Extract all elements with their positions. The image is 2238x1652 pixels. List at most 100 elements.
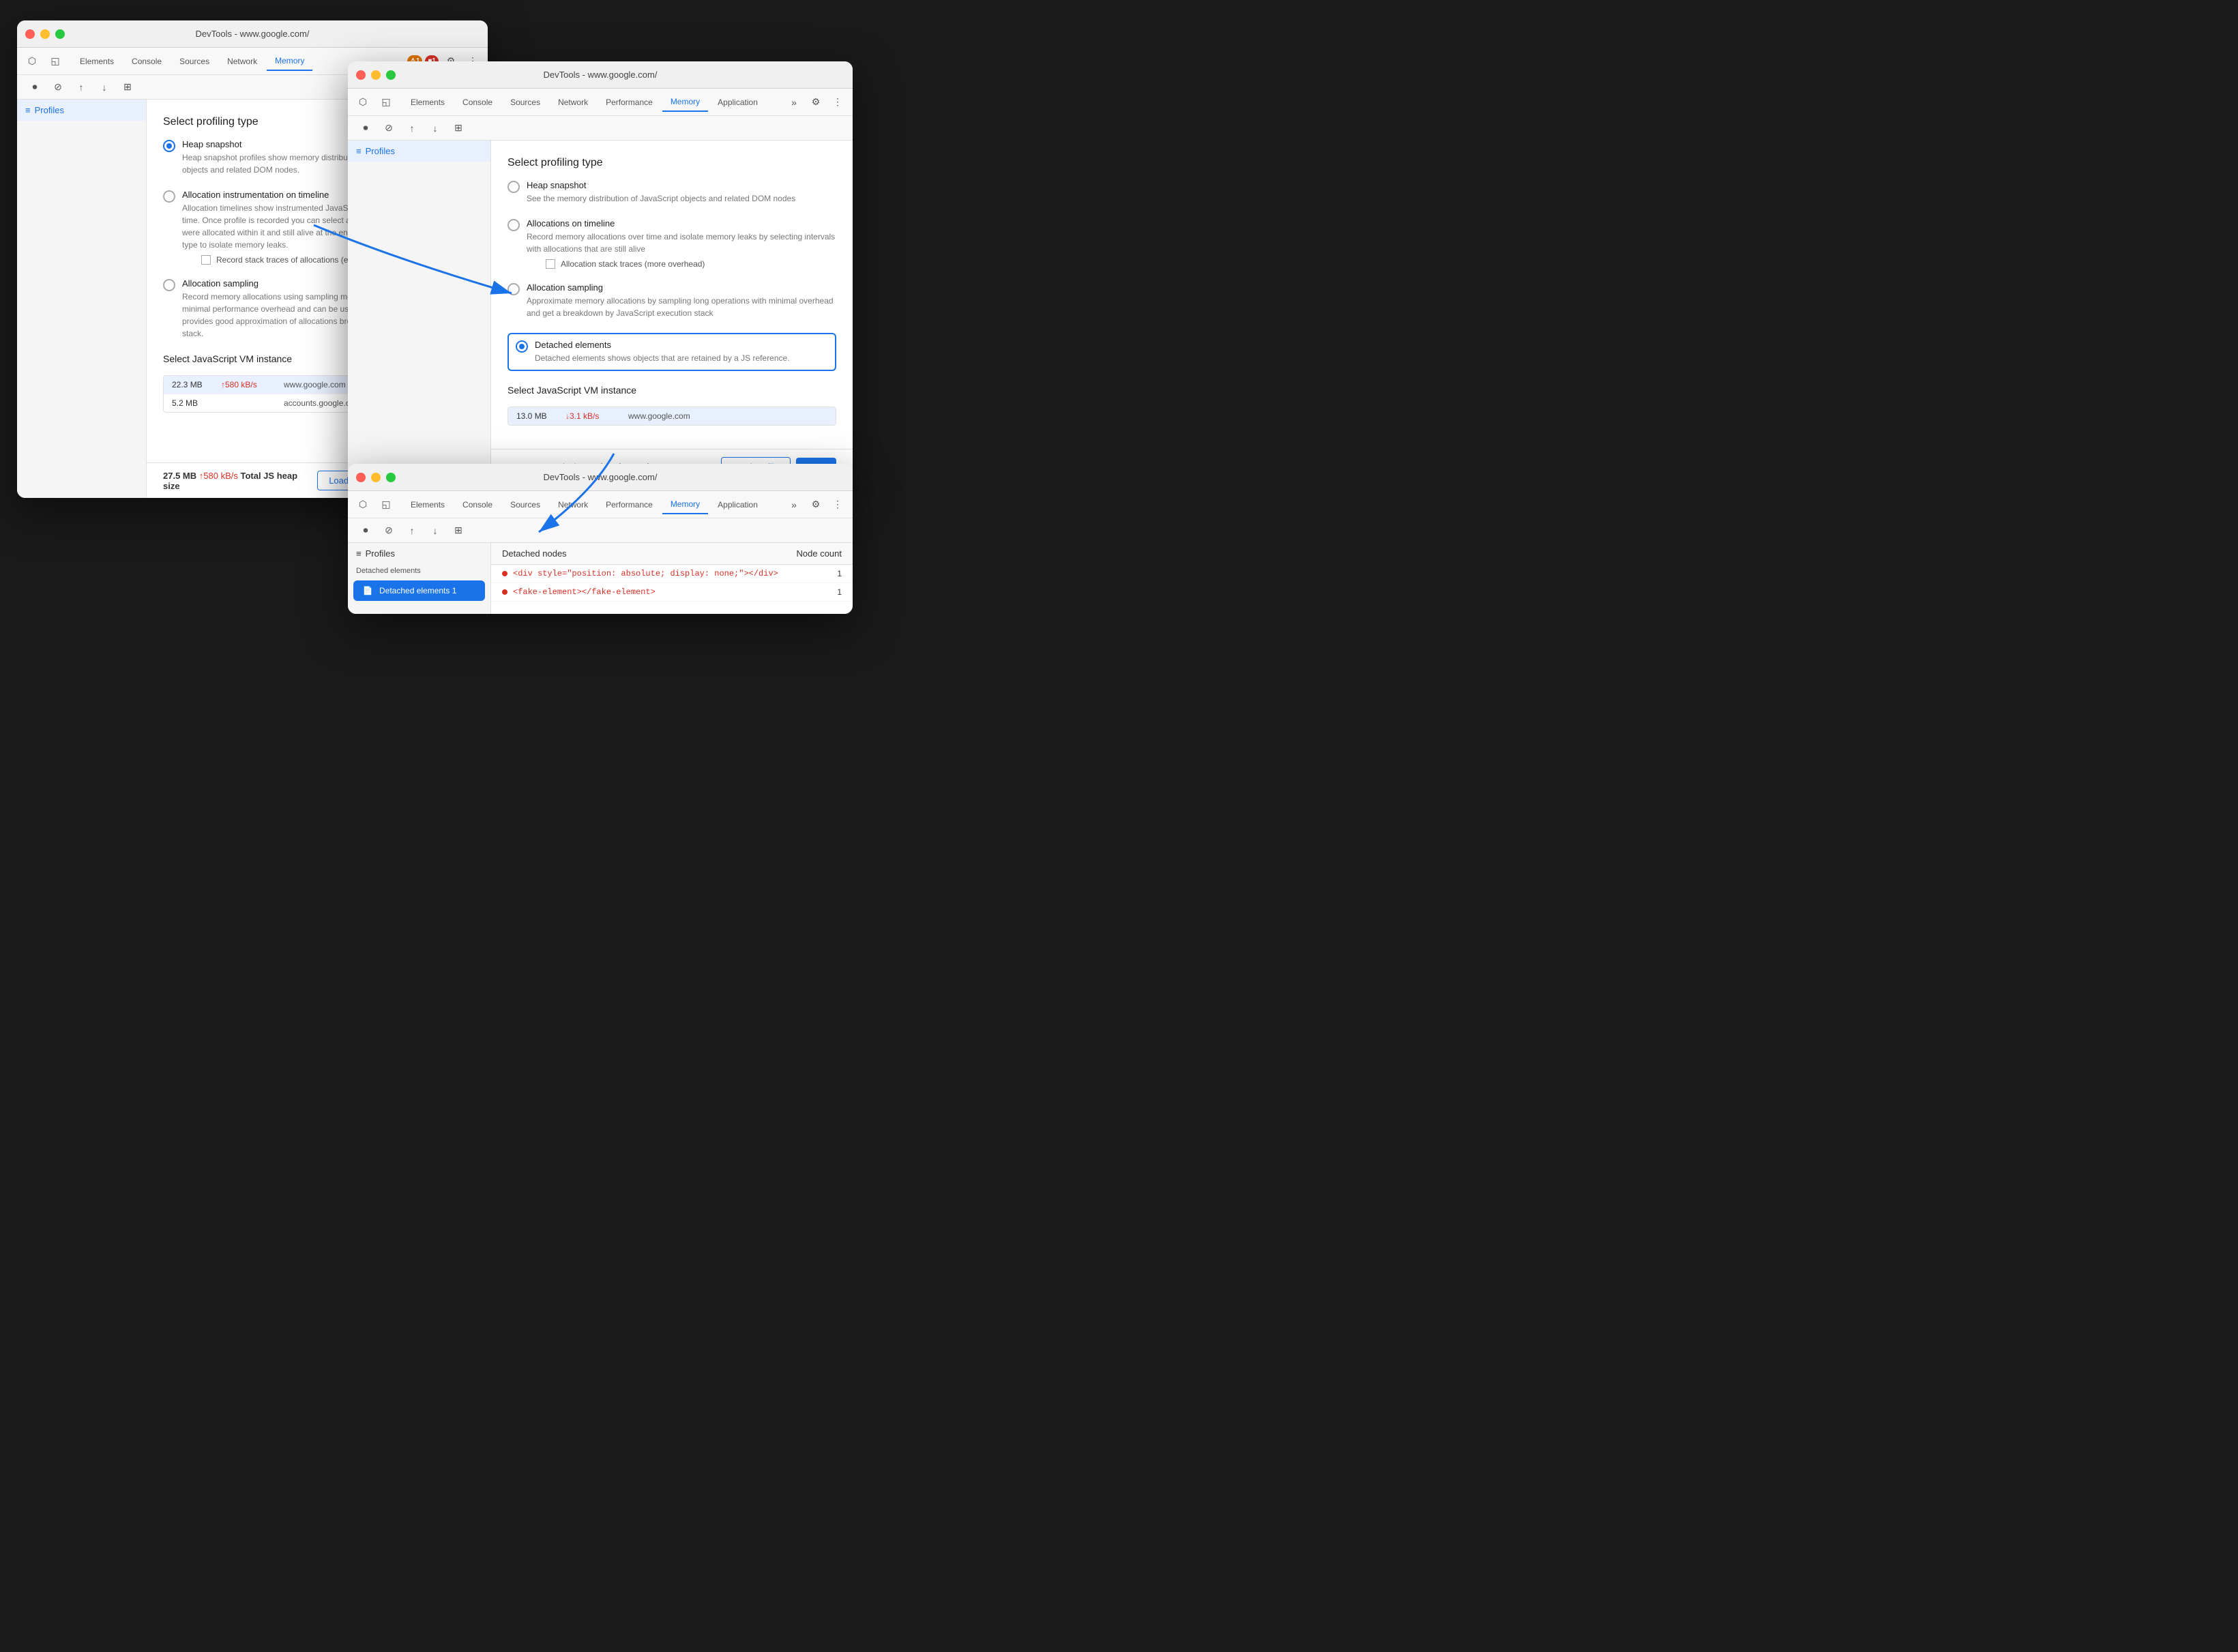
stop-icon-1[interactable]: ⊘	[48, 78, 68, 97]
tab-elements-2[interactable]: Elements	[402, 93, 453, 111]
devtools-window-2: DevTools - www.google.com/ ⬡ ◱ Elements …	[348, 61, 853, 484]
footer-rate-1: ↑580 kB/s	[199, 471, 238, 481]
profiles-icon-3: ≡	[356, 548, 362, 559]
tab-performance-2[interactable]: Performance	[598, 93, 661, 111]
tab-bar-2: ⬡ ◱ Elements Console Sources Network Per…	[348, 89, 853, 116]
upload-icon-1[interactable]: ↑	[72, 78, 91, 97]
sidebar-item-profiles-3[interactable]: ≡ Profiles	[348, 543, 490, 564]
dn-row-1-3[interactable]: <fake-element></fake-element> 1	[491, 583, 853, 602]
more-tabs-icon-3[interactable]: »	[784, 495, 804, 514]
record-icon-2[interactable]: ⏺	[356, 119, 375, 138]
checkbox-stack-traces-1[interactable]	[201, 255, 211, 265]
option-heap-2: Heap snapshot See the memory distributio…	[507, 180, 836, 205]
device-icon[interactable]: ◱	[46, 52, 65, 71]
maximize-button-2[interactable]	[386, 70, 396, 80]
radio-alloc-sampling-2[interactable]	[507, 283, 520, 295]
tab-memory-1[interactable]: Memory	[267, 52, 312, 71]
dn-count-header-3: Node count	[797, 548, 842, 559]
minimize-button-2[interactable]	[371, 70, 381, 80]
tab-perf-3[interactable]: Performance	[598, 496, 661, 514]
layout-icon-1[interactable]: ⊞	[118, 78, 137, 97]
tab-console-3[interactable]: Console	[454, 496, 501, 514]
sidebar-3: ≡ Profiles Detached elements 📄 Detached …	[348, 543, 491, 614]
radio-alloc-sampling-1[interactable]	[163, 279, 175, 291]
cursor-icon[interactable]: ⬡	[23, 52, 42, 71]
title-bar-2: DevTools - www.google.com/	[348, 61, 853, 89]
window-title-2: DevTools - www.google.com/	[544, 70, 658, 80]
download-icon-1[interactable]: ↓	[95, 78, 114, 97]
record-icon-1[interactable]: ⏺	[25, 78, 44, 97]
action-bar-3: ⏺ ⊘ ↑ ↓ ⊞	[348, 518, 853, 543]
more-icon-2[interactable]: ⋮	[828, 93, 847, 112]
radio-alloc-instr-1[interactable]	[163, 190, 175, 203]
sidebar-item-profiles-1[interactable]: ≡ Profiles	[17, 100, 146, 121]
close-button-1[interactable]	[25, 29, 35, 39]
close-button-3[interactable]	[356, 473, 366, 482]
option-alloc-timeline-2: Allocations on timeline Record memory al…	[507, 218, 836, 269]
device-icon-3[interactable]: ◱	[377, 495, 396, 514]
download-icon-2[interactable]: ↓	[426, 119, 445, 138]
tab-console-2[interactable]: Console	[454, 93, 501, 111]
vm-row-0-2[interactable]: 13.0 MB ↓3.1 kB/s www.google.com	[508, 407, 836, 425]
tab-memory-3[interactable]: Memory	[662, 495, 708, 514]
minimize-button-3[interactable]	[371, 473, 381, 482]
vm-section-title-2: Select JavaScript VM instance	[507, 385, 836, 396]
tab-network-1[interactable]: Network	[219, 53, 265, 70]
option-detached-2: Detached elements Detached elements show…	[507, 333, 836, 371]
radio-alloc-timeline-2[interactable]	[507, 219, 520, 231]
radio-heap-2[interactable]	[507, 181, 520, 193]
checkbox-alloc-stack-2[interactable]	[546, 259, 555, 269]
tab-network-2[interactable]: Network	[550, 93, 596, 111]
cursor-icon-3[interactable]: ⬡	[353, 495, 372, 514]
tab-memory-2[interactable]: Memory	[662, 93, 708, 112]
sidebar-entry-label-3: Detached elements 1	[379, 586, 456, 595]
close-button-2[interactable]	[356, 70, 366, 80]
tab-elements-3[interactable]: Elements	[402, 496, 453, 514]
dn-row-0-3[interactable]: <div style="position: absolute; display:…	[491, 565, 853, 583]
radio-heap-snapshot-1[interactable]	[163, 140, 175, 152]
tab-bar-icons-1: ⬡ ◱	[23, 52, 65, 71]
more-tabs-icon-2[interactable]: »	[784, 93, 804, 112]
tab-sources-2[interactable]: Sources	[502, 93, 548, 111]
layout-icon-3[interactable]: ⊞	[449, 521, 468, 540]
stop-icon-3[interactable]: ⊘	[379, 521, 398, 540]
vm-url-0-2: www.google.com	[628, 411, 827, 421]
sidebar-2: ≡ Profiles	[348, 141, 491, 484]
settings-icon-3[interactable]: ⚙	[806, 495, 825, 514]
radio-detached-2[interactable]	[516, 340, 528, 353]
vm-rate-0-2: ↓3.1 kB/s	[565, 411, 620, 421]
sidebar-profiles-label-2: Profiles	[366, 146, 395, 156]
tab-application-2[interactable]: Application	[709, 93, 766, 111]
section-title-2: Select profiling type	[507, 157, 836, 169]
tab-app-3[interactable]: Application	[709, 496, 766, 514]
record-icon-3[interactable]: ⏺	[356, 521, 375, 540]
maximize-button-1[interactable]	[55, 29, 65, 39]
stop-icon-2[interactable]: ⊘	[379, 119, 398, 138]
download-icon-3[interactable]: ↓	[426, 521, 445, 540]
sidebar-entry-detached-1[interactable]: 📄 Detached elements 1	[353, 580, 485, 601]
tab-end-icons-2: » ⚙ ⋮	[784, 93, 847, 112]
tab-console-1[interactable]: Console	[123, 53, 170, 70]
dn-bullet-0-3	[502, 571, 507, 576]
tab-bar-3: ⬡ ◱ Elements Console Sources Network Per…	[348, 491, 853, 518]
desc-alloc-sampling-2: Approximate memory allocations by sampli…	[527, 295, 836, 319]
more-icon-3[interactable]: ⋮	[828, 495, 847, 514]
tab-elements-1[interactable]: Elements	[72, 53, 122, 70]
tab-network-3[interactable]: Network	[550, 496, 596, 514]
layout-icon-2[interactable]: ⊞	[449, 119, 468, 138]
title-bar-3: DevTools - www.google.com/	[348, 464, 853, 491]
cursor-icon-2[interactable]: ⬡	[353, 93, 372, 112]
label-heap-2: Heap snapshot	[527, 180, 795, 190]
sidebar-1: ≡ Profiles	[17, 100, 147, 498]
upload-icon-3[interactable]: ↑	[402, 521, 422, 540]
upload-icon-2[interactable]: ↑	[402, 119, 422, 138]
settings-icon-2[interactable]: ⚙	[806, 93, 825, 112]
sidebar-item-profiles-2[interactable]: ≡ Profiles	[348, 141, 490, 162]
minimize-button-1[interactable]	[40, 29, 50, 39]
tab-sources-1[interactable]: Sources	[171, 53, 218, 70]
device-icon-2[interactable]: ◱	[377, 93, 396, 112]
desc-detached-2: Detached elements shows objects that are…	[535, 352, 790, 364]
maximize-button-3[interactable]	[386, 473, 396, 482]
profiles-icon-2: ≡	[356, 146, 362, 156]
tab-sources-3[interactable]: Sources	[502, 496, 548, 514]
